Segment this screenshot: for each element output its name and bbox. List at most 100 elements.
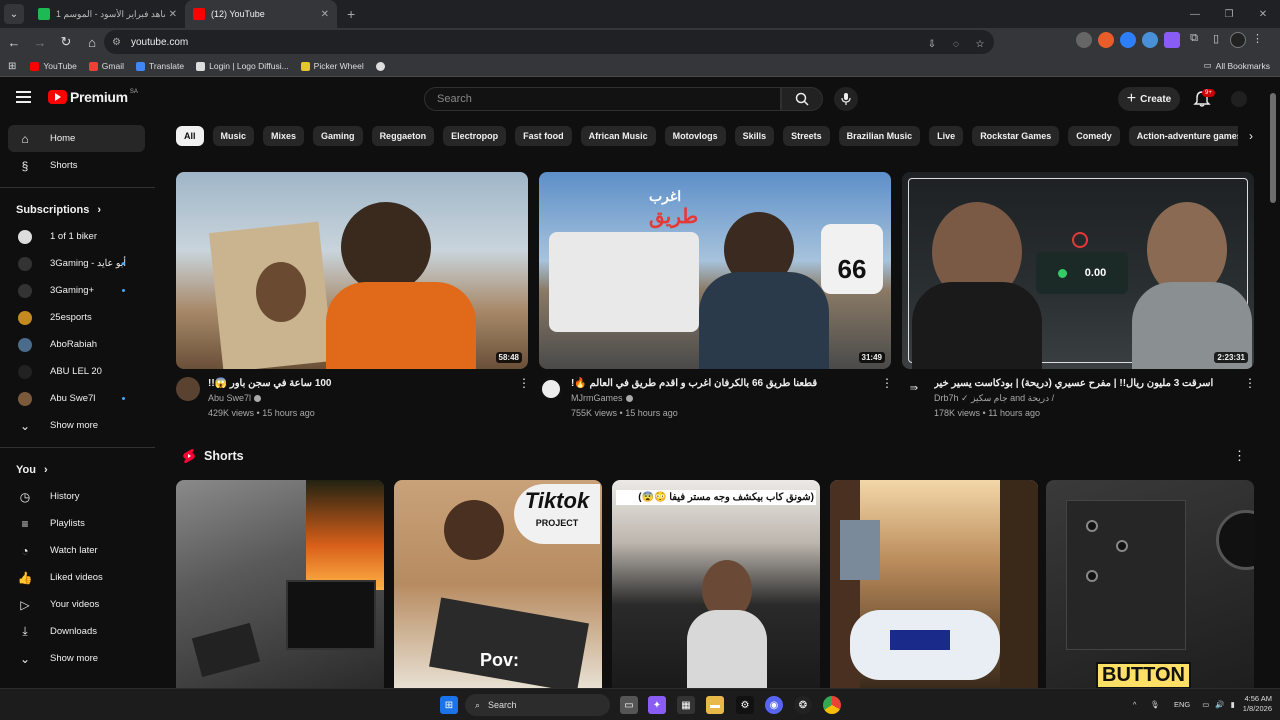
close-tab-icon[interactable]: ✕ bbox=[321, 9, 329, 20]
discord-icon[interactable]: ◉ bbox=[765, 696, 783, 714]
sidebar-item-downloads[interactable]: ⤓ Downloads bbox=[8, 618, 145, 645]
voice-search-button[interactable] bbox=[834, 87, 858, 111]
show-more-you[interactable]: ⌄ Show more bbox=[8, 645, 145, 672]
network-icon[interactable]: ▭ bbox=[1202, 700, 1209, 709]
more-options-icon[interactable]: ⋮ bbox=[1233, 448, 1246, 464]
file-explorer-icon[interactable]: ▬ bbox=[706, 696, 724, 714]
hamburger-menu-icon[interactable] bbox=[16, 91, 31, 103]
search-button[interactable] bbox=[781, 87, 823, 111]
more-options-icon[interactable]: ⋮ bbox=[518, 377, 530, 389]
bookmark-picker-wheel[interactable]: Picker Wheel bbox=[300, 61, 364, 71]
star-icon[interactable]: ☆ bbox=[970, 34, 990, 54]
volume-icon[interactable]: 🔊 bbox=[1215, 700, 1224, 709]
sidebar-subscription-item[interactable]: 3Gaming - أبو عايد bbox=[8, 250, 145, 277]
all-bookmarks-button[interactable]: ▭ All Bookmarks bbox=[1204, 60, 1270, 71]
minimize-icon[interactable]: — bbox=[1178, 0, 1212, 28]
extension-icon[interactable] bbox=[1164, 32, 1180, 48]
sidebar-item-history[interactable]: ◷ History bbox=[8, 483, 145, 510]
filter-chip[interactable]: Fast food bbox=[515, 126, 572, 146]
more-options-icon[interactable]: ⋮ bbox=[1244, 377, 1256, 389]
short-card[interactable]: Tiktok PROJECT Pov: bbox=[394, 480, 602, 688]
tray-overflow-icon[interactable]: ^ bbox=[1133, 700, 1137, 709]
store-icon[interactable]: ▦ bbox=[677, 696, 695, 714]
profile-icon[interactable] bbox=[1230, 32, 1246, 48]
settings-icon[interactable]: ⚙ bbox=[736, 696, 754, 714]
forward-icon[interactable]: → bbox=[28, 35, 52, 50]
channel-avatar[interactable] bbox=[539, 377, 563, 401]
page-scrollbar[interactable] bbox=[1267, 77, 1280, 688]
windows-start-icon[interactable]: ⊞ bbox=[440, 696, 458, 714]
account-avatar[interactable] bbox=[1231, 91, 1247, 107]
filter-chip[interactable]: Streets bbox=[783, 126, 830, 146]
extension-icon[interactable] bbox=[1076, 32, 1092, 48]
bookmark-logo-diffusion[interactable]: Login | Logo Diffusi... bbox=[196, 61, 289, 71]
video-thumbnail[interactable]: 66 اغرب طريق 31:49 bbox=[539, 172, 891, 369]
mic-tray-icon[interactable]: 🎙 bbox=[1150, 700, 1160, 709]
short-card[interactable] bbox=[176, 480, 384, 688]
sidebar-toggle-icon[interactable]: ▯ bbox=[1208, 32, 1224, 48]
sidebar-item-shorts[interactable]: § Shorts bbox=[8, 152, 145, 179]
youtube-premium-logo[interactable]: Premium SA bbox=[48, 89, 138, 105]
bookmark-translate[interactable]: Translate bbox=[136, 61, 184, 71]
reload-icon[interactable]: ↻ bbox=[54, 34, 78, 50]
filter-chip[interactable]: Action-adventure games bbox=[1128, 126, 1250, 146]
apps-icon[interactable]: ⊞ bbox=[8, 61, 16, 72]
sidebar-subscription-item[interactable]: 3Gaming+ bbox=[8, 277, 145, 304]
sidebar-subscription-item[interactable]: 1 of 1 biker bbox=[8, 223, 145, 250]
show-more-subscriptions[interactable]: ⌄ Show more bbox=[8, 412, 145, 439]
filter-chip[interactable]: Mixes bbox=[263, 126, 305, 146]
short-card[interactable] bbox=[830, 480, 1038, 688]
eye-off-icon[interactable]: ◌ bbox=[946, 34, 966, 54]
video-thumbnail[interactable]: 58:48 bbox=[176, 172, 528, 369]
copilot-icon[interactable]: ✦ bbox=[648, 696, 666, 714]
menu-icon[interactable]: ⋮ bbox=[1252, 32, 1263, 48]
battery-icon[interactable]: ▮ bbox=[1231, 700, 1235, 709]
filter-chip[interactable]: Live bbox=[929, 126, 964, 146]
channel-name[interactable]: MJrmGames bbox=[571, 393, 633, 403]
channel-avatar[interactable]: ⇛ bbox=[902, 377, 926, 401]
sidebar-subscription-item[interactable]: 25esports bbox=[8, 304, 145, 331]
new-tab-button[interactable]: + bbox=[347, 6, 355, 22]
language-indicator[interactable]: ENG bbox=[1174, 700, 1190, 709]
close-tab-icon[interactable]: ✕ bbox=[169, 9, 177, 20]
filter-chip[interactable]: Brazilian Music bbox=[838, 126, 921, 146]
install-icon[interactable]: ⇩ bbox=[922, 34, 942, 54]
sidebar-item-liked-videos[interactable]: 👍 Liked videos bbox=[8, 564, 145, 591]
puzzle-icon[interactable]: ⧉ bbox=[1186, 32, 1202, 48]
short-card[interactable]: BUTTON bbox=[1046, 480, 1254, 688]
short-card[interactable]: (شونق كاب بيكشف وجه مستر فيفا 😳😨) bbox=[612, 480, 820, 688]
tab-search-button[interactable]: ⌄ bbox=[4, 4, 24, 24]
site-info-icon[interactable]: ⚙ bbox=[112, 37, 121, 48]
sidebar-item-home[interactable]: ⌂ Home bbox=[8, 125, 145, 152]
sidebar-subscription-item[interactable]: Abu Swe7l bbox=[8, 385, 145, 412]
chips-next-arrow-icon[interactable]: › bbox=[1238, 124, 1264, 148]
create-button[interactable]: + Create bbox=[1118, 87, 1180, 111]
bookmark-globe[interactable] bbox=[375, 61, 389, 71]
you-heading[interactable]: You › bbox=[0, 456, 155, 483]
sidebar-subscription-item[interactable]: ABU LEL 20 bbox=[8, 358, 145, 385]
extension-icon[interactable] bbox=[1120, 32, 1136, 48]
more-options-icon[interactable]: ⋮ bbox=[881, 377, 893, 389]
video-card[interactable]: 0.00 2:23:31 ⇛ اسرقت 3 مليون ريال!! | مف… bbox=[902, 172, 1256, 425]
back-icon[interactable]: ← bbox=[2, 35, 26, 50]
video-title[interactable]: اسرقت 3 مليون ريال!! | مفرح عسيري (دريحة… bbox=[934, 377, 1239, 390]
filter-chip[interactable]: Electropop bbox=[443, 126, 507, 146]
taskbar-search[interactable]: ⌕ Search bbox=[465, 694, 610, 716]
sidebar-subscription-item[interactable]: AboRabiah bbox=[8, 331, 145, 358]
video-title[interactable]: قطعنا طريق 66 بالكرفان اغرب و اقدم طريق … bbox=[571, 377, 876, 390]
extension-icon[interactable] bbox=[1098, 32, 1114, 48]
browser-tab-active[interactable]: (12) YouTube ✕ bbox=[185, 0, 337, 28]
clock[interactable]: 4:56 AM 1/8/2026 bbox=[1243, 694, 1272, 714]
chatgpt-icon[interactable]: ❂ bbox=[794, 696, 812, 714]
sidebar-item-watch-later[interactable]: ◔ Watch later bbox=[8, 537, 145, 564]
filter-chip[interactable]: Reggaeton bbox=[371, 126, 435, 146]
chrome-icon[interactable] bbox=[823, 696, 841, 714]
channel-avatar[interactable] bbox=[176, 377, 200, 401]
bookmark-youtube[interactable]: YouTube bbox=[30, 61, 77, 71]
sidebar-item-playlists[interactable]: ≡ Playlists bbox=[8, 510, 145, 537]
filter-chip[interactable]: African Music bbox=[580, 126, 656, 146]
video-card[interactable]: 66 اغرب طريق 31:49 قطعنا طريق 66 بالكرفا… bbox=[539, 172, 893, 425]
filter-chip[interactable]: All bbox=[176, 126, 204, 146]
search-input[interactable]: Search bbox=[424, 87, 781, 111]
filter-chip[interactable]: Rockstar Games bbox=[972, 126, 1060, 146]
